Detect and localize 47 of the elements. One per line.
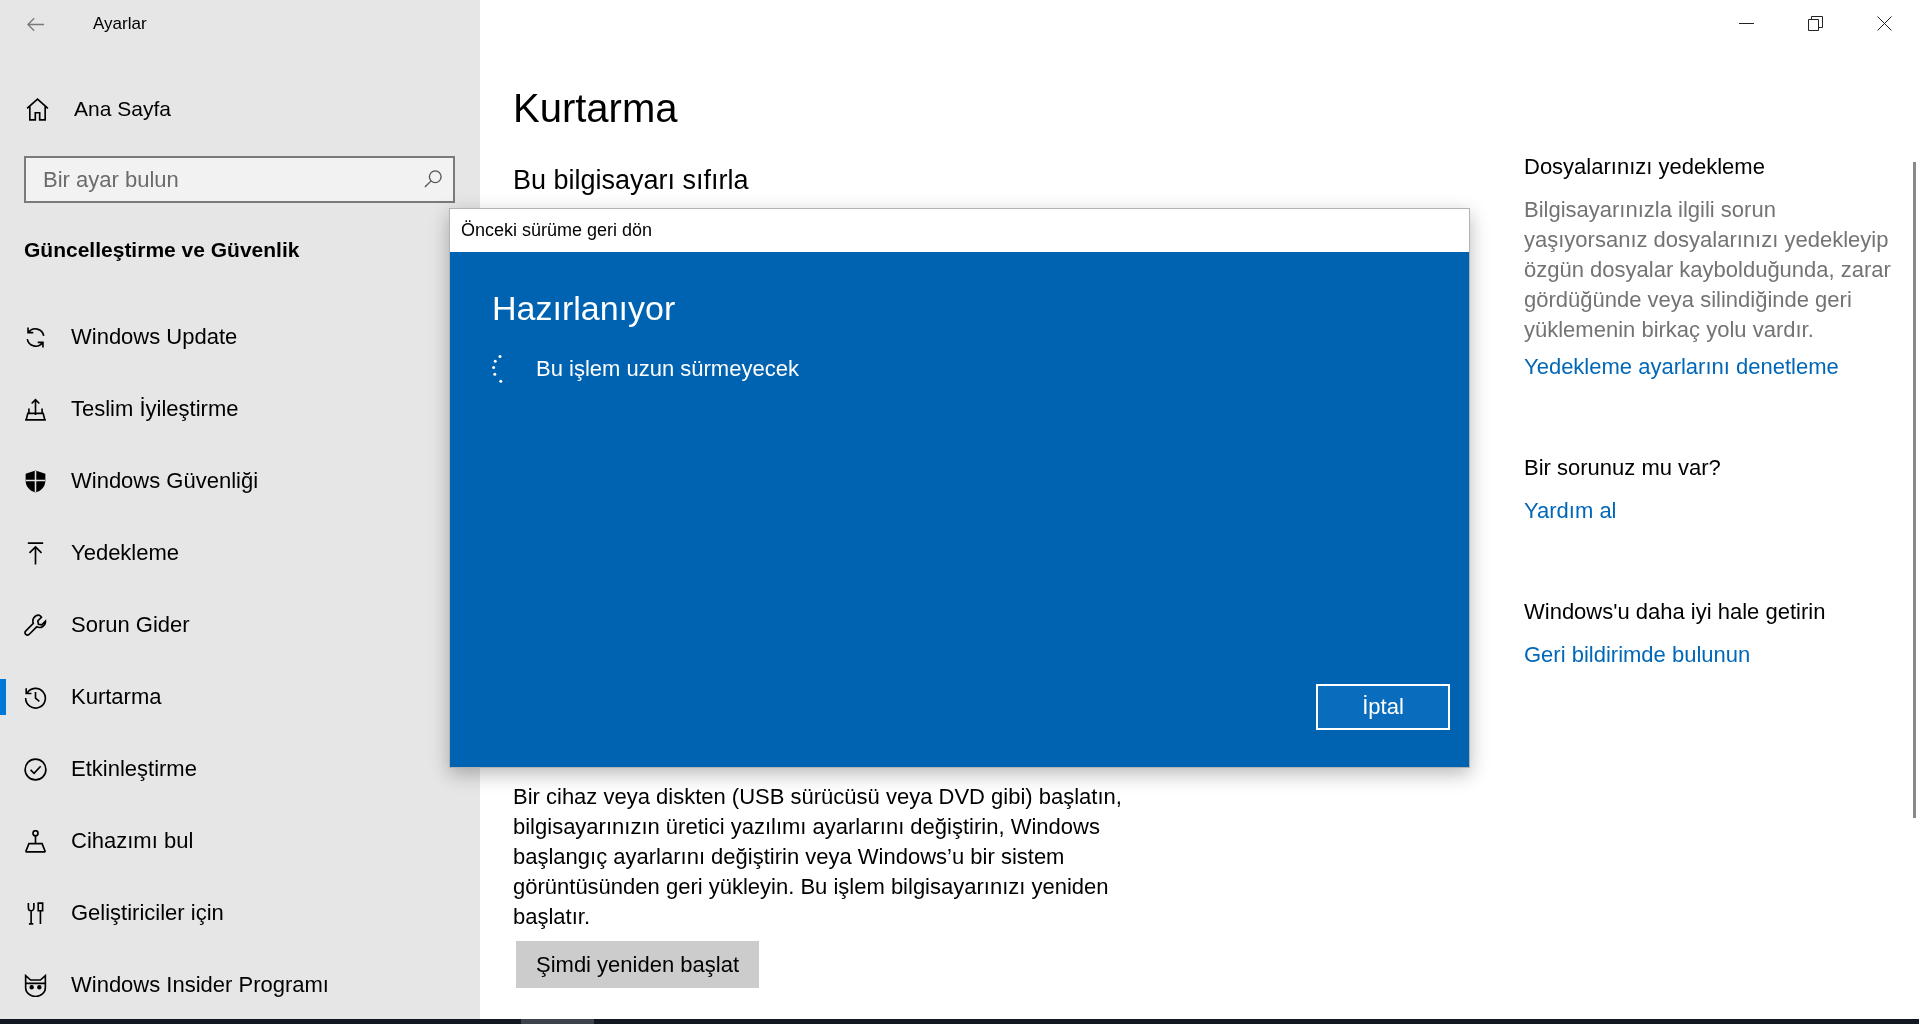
sidebar-item[interactable]: Teslim İyileştirme bbox=[0, 391, 420, 427]
search-icon bbox=[424, 170, 442, 188]
sidebar-item[interactable]: Kurtarma bbox=[0, 679, 420, 715]
status-message: Bu işlem uzun sürmeyecek bbox=[536, 356, 799, 382]
find-device-icon bbox=[24, 829, 47, 853]
description-text: Bir cihaz veya diskten (USB sürücüsü veya DVD gibi) başlatın, bilgisayarınızın üretici yazılımı ayarlarını değiştirin, Windows başlangıç ayarlarını değiştirin veya Windows’u bir sistem görüntüsünden geri yükleyin. Bu işlem bilgisayarınızı yeniden başlatır. bbox=[513, 783, 1123, 931]
home-icon bbox=[26, 97, 49, 121]
sidebar-item[interactable]: Geliştiriciler için bbox=[0, 895, 420, 931]
section-title: Bu bilgisayarı sıfırla bbox=[513, 164, 749, 197]
related-heading: Windows'u daha iyi hale getirin bbox=[1524, 598, 1826, 626]
related-description: Bilgisayarınızla ilgili sorun yaşıyorsanız dosyalarınızı yedekleyip özgün dosyalar kaybolduğunda, zarar gördüğünde veya silindiğinde geri yüklemenin birkaç yolu vardır. bbox=[1524, 196, 1892, 344]
cancel-button[interactable]: İptal bbox=[1316, 684, 1450, 730]
related-link[interactable]: Yardım al bbox=[1524, 497, 1617, 525]
dialog-title: Önceki sürüme geri dön bbox=[450, 209, 1469, 252]
refresh-icon bbox=[24, 325, 47, 349]
related-heading: Bir sorunuz mu var? bbox=[1524, 454, 1721, 482]
wrench-icon bbox=[24, 613, 47, 637]
page-title: Kurtarma bbox=[513, 85, 678, 132]
minimize-icon bbox=[1739, 22, 1754, 24]
sidebar-item[interactable]: Windows Güvenliği bbox=[0, 463, 420, 499]
sidebar-item[interactable]: Yedekleme bbox=[0, 535, 420, 571]
upload-tray-icon bbox=[24, 397, 47, 421]
related-heading: Dosyalarınızı yedekleme bbox=[1524, 153, 1765, 181]
sidebar-item[interactable]: Windows Update bbox=[0, 319, 420, 355]
sidebar-item[interactable]: Ana Sayfa bbox=[0, 87, 420, 131]
shield-icon bbox=[24, 469, 47, 493]
restart-button[interactable]: Şimdi yeniden başlat bbox=[516, 941, 759, 988]
scrollbar-thumb[interactable] bbox=[1913, 162, 1916, 818]
back-button[interactable] bbox=[27, 16, 45, 32]
app-title: Ayarlar bbox=[93, 14, 147, 34]
loading-spinner-icon bbox=[492, 355, 504, 383]
sidebar-item[interactable]: Sorun Gider bbox=[0, 607, 420, 643]
check-circle-icon bbox=[24, 757, 47, 781]
dialog-heading: Hazırlanıyor bbox=[492, 288, 676, 329]
search-field[interactable]: Bir ayar bulun bbox=[24, 156, 455, 203]
cat-face-icon bbox=[24, 973, 47, 997]
taskbar-button[interactable] bbox=[521, 1019, 594, 1024]
history-icon bbox=[24, 685, 47, 709]
restore-icon bbox=[1808, 15, 1823, 31]
related-link[interactable]: Geri bildirimde bulunun bbox=[1524, 641, 1751, 669]
sidebar-item[interactable]: Cihazımı bul bbox=[0, 823, 420, 859]
related-link[interactable]: Yedekleme ayarlarını denetleme bbox=[1524, 353, 1839, 381]
close-icon bbox=[1877, 15, 1892, 31]
section-heading: Güncelleştirme ve Güvenlik bbox=[24, 237, 300, 263]
sidebar-item[interactable]: Windows Insider Programı bbox=[0, 967, 420, 1003]
arrow-left-icon bbox=[27, 16, 45, 32]
sidebar-item[interactable]: Etkinleştirme bbox=[0, 751, 420, 787]
